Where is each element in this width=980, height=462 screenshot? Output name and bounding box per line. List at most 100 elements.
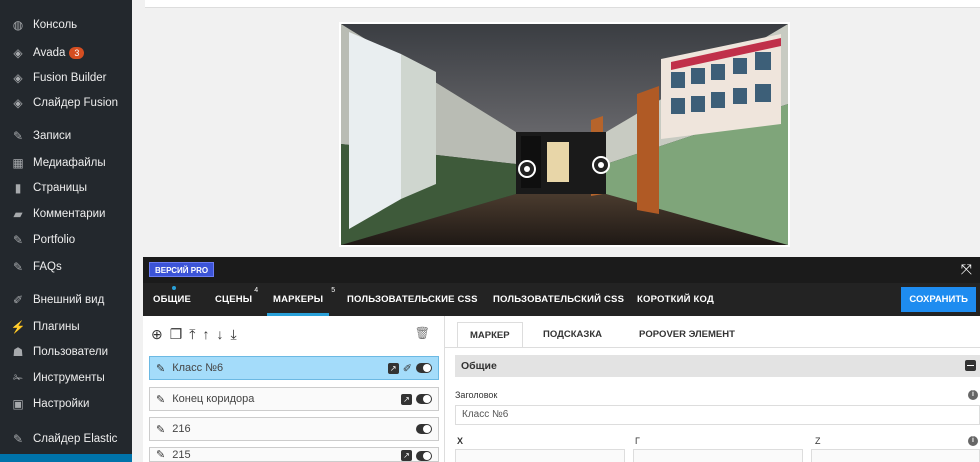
sidebar-item[interactable]: ✁ Инструменты [0,367,132,389]
fullscreen-icon[interactable]: ⤧ [961,261,972,278]
tab-label: ПОЛЬЗОВАТЕЛЬСКИЙ CSS [493,294,625,305]
z-label: Z [815,436,821,446]
pin-icon: ✎ [156,423,166,436]
x-input[interactable] [455,449,625,462]
tab-scenes[interactable]: СЦЕНЫ 4 [215,283,258,316]
brush-icon[interactable]: ✐ [403,362,412,375]
sidebar-item[interactable]: ▮ Страницы [0,177,132,199]
list-toolbar: ⊕ ❐ ⤒ ↑ ↓ ⤓ [151,326,237,343]
visibility-toggle[interactable] [416,394,432,404]
sidebar-item-label: Записи [33,130,72,142]
tab-tooltip[interactable]: ПОДСКАЗКА [531,322,614,348]
sidebar-item[interactable]: ▣ Настройки [0,393,132,415]
tab-custom-css[interactable]: ПОЛЬЗОВАТЕЛЬСКИЙ CSS [493,283,624,316]
tab-divider [445,347,980,348]
marker-row[interactable]: ✎ 216 [149,417,439,441]
tab-label: МАРКЕРЫ [273,294,324,305]
editor-topbar: ВЕРСИЙ PRO ⤧ [143,257,980,283]
pin-icon: ✎ [156,362,166,375]
tab-label: ПОЛЬЗОВАТЕЛЬСКИЕ CSS [347,294,478,305]
marker-label: 216 [172,423,191,435]
pro-version-badge[interactable]: ВЕРСИЙ PRO [149,262,215,277]
title-label: Заголовок [455,390,498,400]
move-up-icon[interactable]: ↑ [203,326,210,343]
sidebar-item-label: Пользователи [33,346,109,358]
marker-label: 215 [172,449,191,461]
info-icon[interactable]: i [968,390,978,400]
fusion-builder-icon: ◈ [13,71,23,85]
title-input[interactable]: Класс №6 [455,405,980,425]
sidebar-item[interactable]: ◈ Avada 3 [0,42,132,64]
visibility-toggle[interactable] [416,363,432,373]
pin-icon: ✎ [156,393,166,406]
tab-markers[interactable]: МАРКЕРЫ 5 [267,283,335,316]
sidebar-item[interactable]: ✎ Слайдер Elastic [0,428,132,450]
sidebar-item[interactable]: ◈ Fusion Builder [0,67,132,89]
sidebar-item-label: Слайдер Fusion [33,97,119,109]
visibility-toggle[interactable] [416,450,432,461]
hotspot-marker-icon [592,156,610,174]
add-icon[interactable]: ⊕ [151,326,163,343]
tab-label: СЦЕНЫ [215,294,253,305]
tab-label: КОРОТКИЙ КОД [637,294,714,305]
marker-properties-panel: МАРКЕР ПОДСКАЗКА POPOVER ЭЛЕМЕНТ Общие З… [445,316,980,462]
y-label: Г [635,436,640,446]
faqs-pin-icon: ✎ [12,260,24,274]
sidebar-item[interactable]: ✎ FAQs [0,256,132,278]
move-down-icon[interactable]: ↓ [217,326,224,343]
edit-icon[interactable]: ↗ [387,362,399,374]
move-bottom-icon[interactable]: ⤓ [231,326,237,343]
edit-icon[interactable]: ↗ [401,450,412,461]
trash-icon[interactable]: 🗑 [415,326,430,340]
portfolio-pin-icon: ✎ [12,233,24,247]
collapse-icon[interactable] [965,360,976,371]
panorama-preview[interactable] [339,22,790,247]
z-input[interactable] [811,449,980,462]
sidebar-item[interactable]: ▰ Комментарии [0,203,132,225]
sidebar-item[interactable]: ✎ Записи [0,125,132,147]
info-icon[interactable]: i [968,436,978,446]
tour-editor: ВЕРСИЙ PRO ⤧ ОБЩИЕ СЦЕНЫ 4 МАРКЕРЫ 5 ПОЛ… [143,257,980,462]
sidebar-item-label: Комментарии [33,208,106,220]
sidebar-item-label: Инструменты [33,372,105,384]
section-general[interactable]: Общие [455,355,980,377]
sidebar-item-label: Настройки [33,398,90,410]
sidebar-item-label: FAQs [33,261,62,273]
users-icon: ☗ [12,345,24,359]
tab-popover[interactable]: POPOVER ЭЛЕМЕНТ [627,322,747,348]
sidebar-item-label: Слайдер Elastic [33,433,118,445]
marker-row[interactable]: ✎ Класс №6 ↗ ✐ [149,356,439,380]
visibility-toggle[interactable] [416,424,432,434]
move-top-icon[interactable]: ⤒ [189,326,195,343]
tab-general[interactable]: ОБЩИЕ [153,283,191,316]
tab-count: 5 [331,287,336,294]
sidebar-item[interactable]: ▦ Медиафайлы [0,152,132,174]
media-icon: ▦ [12,156,24,170]
sidebar-item-label: Плагины [33,321,80,333]
marker-row[interactable]: ✎ 215 ↗ [149,447,439,462]
sidebar-item[interactable]: ☗ Пользователи [0,341,132,363]
sidebar-item-label: Медиафайлы [33,157,106,169]
sidebar-item[interactable]: ◍ Консоль [0,14,132,36]
tab-custom-css-plural[interactable]: ПОЛЬЗОВАТЕЛЬСКИЕ CSS [347,283,478,316]
y-input[interactable] [633,449,803,462]
corridor-image [341,24,788,245]
copy-icon[interactable]: ❐ [170,326,183,343]
sidebar-item[interactable]: ⚡ Плагины [0,316,132,338]
sidebar-item[interactable]: ◈ Слайдер Fusion [0,92,132,114]
edit-icon[interactable]: ↗ [401,393,412,405]
save-button[interactable]: СОХРАНИТЬ [901,287,976,312]
tools-icon: ✁ [12,371,24,385]
sidebar-item[interactable]: ✎ Portfolio [0,229,132,251]
update-count-badge: 3 [69,47,85,59]
sidebar-item[interactable]: ✐ Внешний вид [0,289,132,311]
elastic-slider-icon: ✎ [12,432,24,446]
tab-label: ОБЩИЕ [153,294,192,305]
tab-indicator-dot [172,286,177,290]
avada-icon: ◈ [13,46,23,60]
marker-row[interactable]: ✎ Конец коридора ↗ [149,387,439,411]
tab-marker[interactable]: МАРКЕР [457,322,523,348]
tab-shortcode[interactable]: КОРОТКИЙ КОД [637,283,714,316]
x-label: X [457,436,464,446]
comments-icon: ▰ [13,207,23,221]
